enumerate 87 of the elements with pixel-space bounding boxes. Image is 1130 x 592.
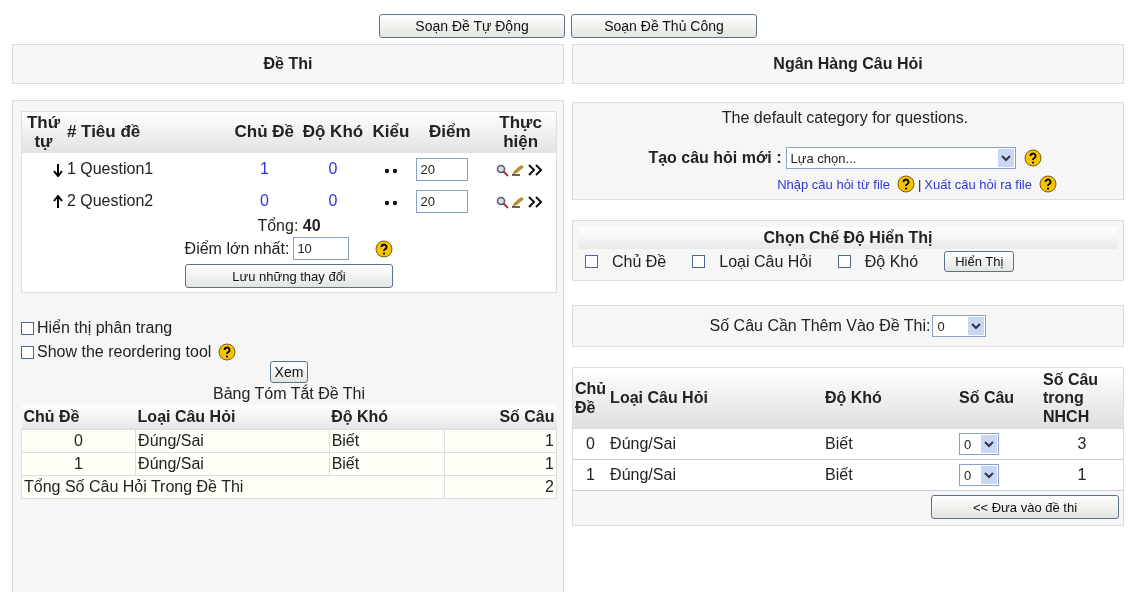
question-title: 1 Question1 xyxy=(66,160,154,178)
table-cell: 1 xyxy=(1041,459,1123,491)
help-icon[interactable] xyxy=(1039,175,1057,193)
dropdown-icon xyxy=(981,435,997,454)
column-header: Số Câu trong NHCH xyxy=(1041,368,1123,430)
count-select[interactable]: 0 xyxy=(932,315,987,337)
option-label: Độ Khó xyxy=(864,252,919,271)
option-label: Loại Câu Hỏi xyxy=(719,252,812,271)
column-header: Loại Câu Hỏi xyxy=(608,368,823,430)
category-text: The default category for questions. xyxy=(721,109,969,127)
checkbox[interactable] xyxy=(21,321,34,335)
help-icon[interactable] xyxy=(218,343,237,362)
table-cell: Đúng/Sai xyxy=(608,429,823,460)
column-header: Loại Câu Hỏi xyxy=(135,405,330,430)
panel-title: Chọn Chế Độ Hiển Thị xyxy=(763,229,933,246)
edit-icon[interactable] xyxy=(511,196,526,209)
option-label: Hiển thị phân trang xyxy=(37,319,173,338)
question-title: 2 Question2 xyxy=(66,192,154,210)
export-link[interactable]: Xuất câu hỏi ra file xyxy=(924,176,1032,192)
table-cell: Biết xyxy=(329,452,445,476)
move-chevrons-icon[interactable] xyxy=(527,196,544,209)
search-icon[interactable] xyxy=(496,163,510,177)
difficulty-link[interactable]: 0 xyxy=(328,192,338,210)
max-grade-label: Điểm lớn nhất: xyxy=(184,239,290,258)
create-question-label: Tạo câu hỏi mới : xyxy=(648,149,782,167)
table-cell: Biết xyxy=(329,429,445,453)
save-button[interactable]: Lưu những thay đổi xyxy=(185,264,393,289)
move-chevrons-icon[interactable] xyxy=(527,164,544,177)
max-grade-field[interactable]: 10 xyxy=(293,237,350,261)
column-header: Chủ Đề xyxy=(573,368,609,430)
move-down-icon[interactable] xyxy=(52,163,63,178)
table-cell: Biết xyxy=(823,459,957,491)
table-cell: Đúng/Sai xyxy=(608,459,823,491)
summary-title: Bảng Tóm Tắt Đề Thi xyxy=(212,385,366,404)
table-cell: 0 xyxy=(21,429,136,453)
count-select[interactable]: 0 xyxy=(959,433,999,456)
column-header: Số Câu xyxy=(444,405,557,430)
help-icon[interactable] xyxy=(1023,149,1042,167)
table-cell: 3 xyxy=(1041,429,1123,460)
column-header: Chủ Đề xyxy=(21,405,136,430)
dropdown-icon xyxy=(997,149,1014,167)
difficulty-link[interactable]: 0 xyxy=(328,160,338,178)
separator: | xyxy=(917,176,922,192)
question-type-icon xyxy=(383,168,398,175)
section-title: Ngân Hàng Câu Hỏi xyxy=(773,55,923,73)
checkbox[interactable] xyxy=(21,345,34,359)
compose-button[interactable]: Soạn Đề Thủ Công xyxy=(571,14,757,38)
option-label: Show the reordering tool xyxy=(37,343,212,362)
points-field[interactable]: 20 xyxy=(416,189,469,213)
table-cell: Biết xyxy=(823,429,957,460)
view-button[interactable]: Xem xyxy=(269,361,309,384)
section-title: Đề Thi xyxy=(263,55,313,73)
table-cell: 1 xyxy=(21,452,136,476)
table-cell: 1 xyxy=(444,429,557,453)
table-cell: 1 xyxy=(444,452,557,476)
dropdown-icon xyxy=(981,466,997,485)
table-cell: Tổng Số Câu Hỏi Trong Đề Thi xyxy=(21,475,445,499)
table-cell: 0 xyxy=(573,429,609,460)
compose-button[interactable]: Soạn Đề Tự Động xyxy=(379,14,565,38)
column-header: Số Câu xyxy=(957,368,1041,430)
table-cell: 1 xyxy=(573,459,609,491)
checkbox[interactable] xyxy=(585,255,598,268)
checkbox[interactable] xyxy=(837,255,851,268)
question-type-icon xyxy=(383,200,398,207)
column-header: Độ Khó xyxy=(329,405,445,430)
column-header: Độ Khó xyxy=(823,368,957,430)
import-link[interactable]: Nhập câu hỏi từ file xyxy=(777,176,890,192)
help-icon[interactable] xyxy=(896,175,915,193)
move-up-icon[interactable] xyxy=(52,195,63,210)
table-cell: Đúng/Sai xyxy=(135,452,330,476)
table-cell: Đúng/Sai xyxy=(135,429,330,453)
topic-link[interactable]: 0 xyxy=(259,192,269,210)
show-button[interactable]: Hiển Thị xyxy=(944,251,1015,272)
points-field[interactable]: 20 xyxy=(416,157,469,181)
count-label: Số Câu Cần Thêm Vào Đề Thi: xyxy=(709,317,931,335)
help-icon[interactable] xyxy=(375,239,394,258)
question-type-select[interactable]: Lựa chọn... xyxy=(785,147,1016,169)
edit-icon[interactable] xyxy=(511,164,526,177)
search-icon[interactable] xyxy=(496,195,510,209)
count-select[interactable]: 0 xyxy=(959,464,999,487)
option-label: Chủ Đề xyxy=(612,252,667,271)
total-points: Tổng: 40 xyxy=(257,217,321,236)
add-to-exam-button[interactable]: << Đưa vào đề thi xyxy=(931,495,1119,520)
table-cell: 2 xyxy=(444,475,557,499)
dropdown-icon xyxy=(968,317,985,335)
topic-link[interactable]: 1 xyxy=(259,160,269,178)
checkbox[interactable] xyxy=(692,255,706,268)
